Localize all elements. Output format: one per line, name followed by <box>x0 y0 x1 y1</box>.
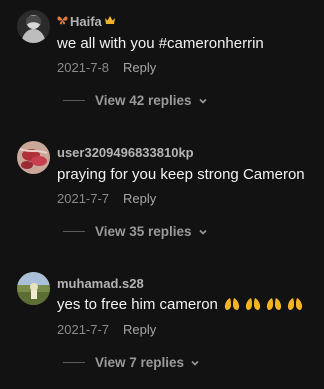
view-replies-label: View 35 replies <box>95 224 192 239</box>
comment-text: praying for you keep strong Cameron <box>57 166 305 183</box>
comment-text-content: yes to free him cameron <box>57 296 218 313</box>
comment-date: 2021-7-7 <box>57 191 110 206</box>
view-replies-button[interactable]: View 42 replies <box>63 93 208 108</box>
reply-button[interactable]: Reply <box>123 191 156 206</box>
praying-hands-icon <box>245 298 261 310</box>
avatar[interactable] <box>17 141 50 174</box>
comment-text: yes to free him cameron <box>57 296 303 313</box>
comment-username[interactable]: Haifa <box>57 14 116 29</box>
divider-line <box>63 100 85 101</box>
divider-line <box>63 362 85 363</box>
avatar[interactable] <box>17 272 50 305</box>
comment-meta: 2021-7-7 Reply <box>57 322 156 337</box>
crown-icon <box>104 15 116 28</box>
comment-username[interactable]: user3209496833810kp <box>57 145 194 160</box>
username-text: muhamad.s28 <box>57 276 144 291</box>
praying-hands-icon <box>266 298 282 310</box>
chevron-down-icon <box>199 229 207 235</box>
comment-meta: 2021-7-7 Reply <box>57 191 156 206</box>
comment-text: we all with you #cameronherrin <box>57 35 264 52</box>
view-replies-label: View 42 replies <box>95 93 192 108</box>
comment-date: 2021-7-8 <box>57 60 110 75</box>
praying-hands-icon <box>287 298 303 310</box>
reply-button[interactable]: Reply <box>123 60 156 75</box>
username-text: user3209496833810kp <box>57 145 194 160</box>
avatar[interactable] <box>17 10 50 43</box>
divider-line <box>63 231 85 232</box>
view-replies-button[interactable]: View 35 replies <box>63 224 208 239</box>
comment-username[interactable]: muhamad.s28 <box>57 276 144 291</box>
view-replies-button[interactable]: View 7 replies <box>63 355 200 370</box>
username-text: Haifa <box>70 14 102 29</box>
comment-date: 2021-7-7 <box>57 322 110 337</box>
chevron-down-icon <box>199 98 207 104</box>
comment-meta: 2021-7-8 Reply <box>57 60 156 75</box>
praying-hands-icon <box>224 298 240 310</box>
emoji-group <box>224 297 303 311</box>
chevron-down-icon <box>191 360 199 366</box>
reply-button[interactable]: Reply <box>123 322 156 337</box>
butterfly-icon <box>57 15 68 28</box>
view-replies-label: View 7 replies <box>95 355 185 370</box>
